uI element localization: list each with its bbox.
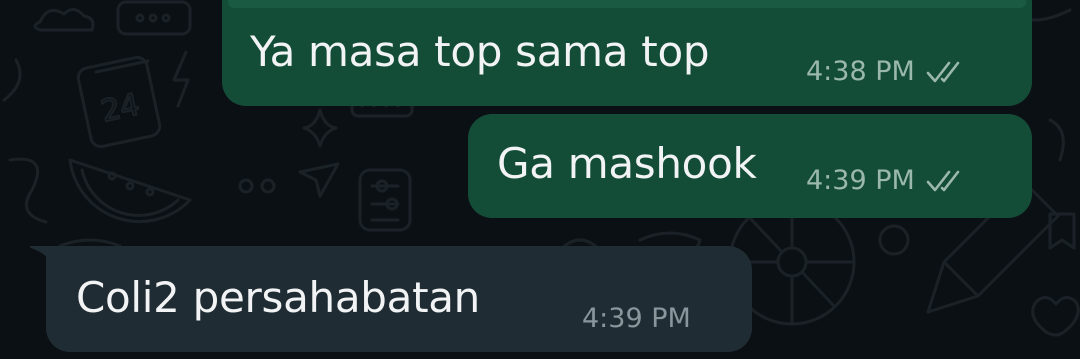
message-meta: 4:38 PM — [806, 57, 965, 87]
message-meta: 4:39 PM — [806, 166, 965, 196]
message-time: 4:39 PM — [806, 165, 915, 196]
sparkle-icon — [302, 108, 338, 148]
message-time: 4:38 PM — [806, 56, 915, 87]
watermelon-icon — [68, 158, 192, 224]
message-text: Coli2 persahabatan — [76, 273, 480, 322]
calendar-24-icon: 24 — [76, 55, 162, 149]
message-time: 4:39 PM — [582, 303, 691, 334]
read-double-check-icon — [926, 170, 960, 192]
chat-conversation: 24 Ya masa top sama top 4:38 PM Ga masho… — [0, 0, 1080, 359]
quoted-message-edge — [228, 0, 1026, 8]
slider-icon — [358, 168, 412, 232]
outgoing-message-bubble[interactable]: Ya masa top sama top 4:38 PM — [222, 0, 1032, 106]
message-text: Ya masa top sama top — [250, 27, 710, 76]
message-text: Ga mashook — [497, 139, 757, 188]
cloud-icon — [33, 8, 95, 32]
svg-text:24: 24 — [98, 87, 143, 129]
outgoing-message-bubble[interactable]: Ga mashook 4:39 PM — [468, 114, 1032, 218]
chat-bubble-icon — [116, 0, 192, 36]
lightning-icon — [172, 50, 190, 108]
paper-plane-icon — [298, 162, 340, 198]
message-meta: 4:39 PM — [582, 304, 691, 334]
incoming-message-bubble[interactable]: Coli2 persahabatan 4:39 PM — [46, 246, 752, 352]
read-double-check-icon — [926, 61, 960, 83]
heart-icon — [1031, 296, 1080, 337]
